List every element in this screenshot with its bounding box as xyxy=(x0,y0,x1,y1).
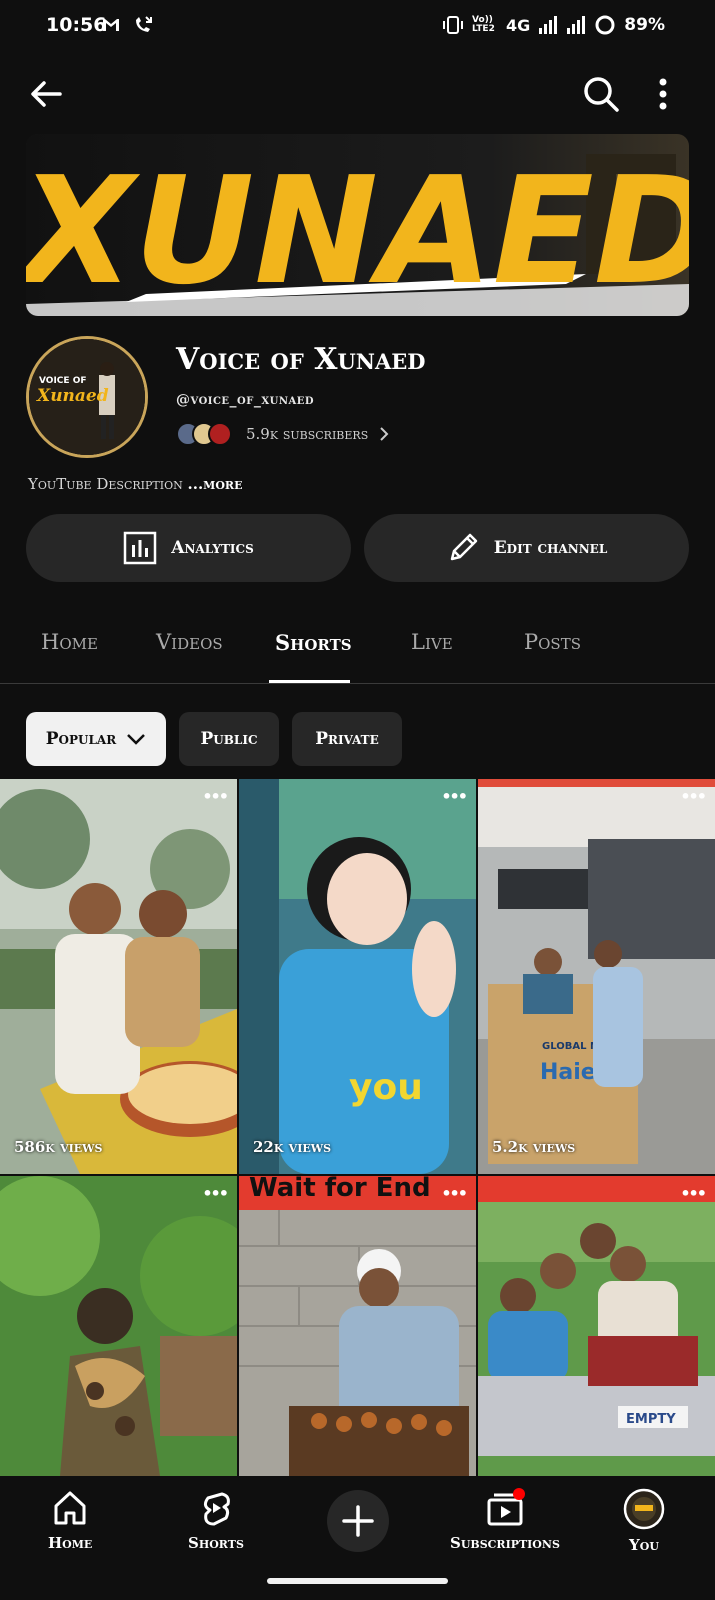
back-button[interactable] xyxy=(26,74,66,114)
signal-icon-1 xyxy=(539,16,558,34)
short-views: 22k views xyxy=(253,1138,332,1156)
channel-name: Voice of Xunaed xyxy=(176,342,426,377)
svg-text:EMPTY: EMPTY xyxy=(626,1412,676,1427)
home-icon xyxy=(54,1491,86,1525)
short-thumbnail[interactable]: EMPTY ••• xyxy=(478,1176,715,1476)
bottom-navigation: Home Shorts Subscriptions You xyxy=(0,1480,715,1600)
channel-description[interactable]: YouTube Description ...more xyxy=(28,475,242,493)
network-type: 4G xyxy=(506,15,531,35)
subscriber-count: 5.9k subscribers xyxy=(246,425,369,443)
short-more-icon[interactable]: ••• xyxy=(202,1184,229,1203)
active-tab-indicator xyxy=(269,680,350,683)
svg-text:you: you xyxy=(349,1067,423,1108)
tab-videos[interactable]: Videos xyxy=(156,630,223,654)
edit-channel-button[interactable]: Edit channel xyxy=(364,514,689,582)
short-more-icon[interactable]: ••• xyxy=(202,787,229,806)
analytics-button[interactable]: Analytics xyxy=(26,514,351,582)
thumbnail-image: GLOBAL NO.1 Haier xyxy=(478,779,715,1174)
thumbnail-image: EMPTY xyxy=(478,1176,715,1476)
chevron-down-icon xyxy=(127,734,146,745)
analytics-label: Analytics xyxy=(171,538,254,558)
nav-you-label: You xyxy=(629,1536,659,1554)
battery-level: 89% xyxy=(624,15,665,35)
avatar-image: VOICE OF Xunaed xyxy=(29,339,145,455)
nav-home-label: Home xyxy=(48,1534,93,1552)
status-time: 10:56 xyxy=(46,14,107,36)
short-thumbnail[interactable]: you ••• 22k views xyxy=(239,779,476,1174)
svg-text:VOICE OF: VOICE OF xyxy=(39,376,87,386)
status-right-icons: Vo)) LTE2 4G 89% xyxy=(442,14,665,36)
short-more-icon[interactable]: ••• xyxy=(680,1184,707,1203)
short-more-icon[interactable]: ••• xyxy=(441,787,468,806)
tab-live[interactable]: Live xyxy=(411,630,453,654)
short-more-icon[interactable]: ••• xyxy=(680,787,707,806)
subscriber-avatar xyxy=(208,422,232,446)
shorts-icon xyxy=(203,1492,230,1526)
nav-shorts-label: Shorts xyxy=(188,1534,244,1552)
profile-avatar-icon xyxy=(623,1488,665,1530)
thumbnail-image xyxy=(0,779,237,1174)
subscribers-row[interactable]: 5.9k subscribers xyxy=(176,422,390,446)
top-app-bar xyxy=(0,64,715,124)
analytics-icon xyxy=(124,531,157,565)
search-button[interactable] xyxy=(581,74,621,114)
thumbnail-image: you xyxy=(239,779,476,1174)
short-views: 5.2k views xyxy=(492,1138,576,1156)
svg-text:Wait for End: Wait for End xyxy=(249,1176,431,1203)
gmail-icon xyxy=(103,19,119,31)
nav-subscriptions-label: Subscriptions xyxy=(450,1534,560,1552)
edit-channel-label: Edit channel xyxy=(493,538,608,558)
thumbnail-image: Wait for End xyxy=(239,1176,476,1476)
tab-posts[interactable]: Posts xyxy=(524,630,581,654)
nav-shorts[interactable]: Shorts xyxy=(188,1488,244,1552)
subscriptions-icon xyxy=(487,1488,525,1526)
channel-handle: @voice_of_xunaed xyxy=(176,392,315,408)
battery-icon xyxy=(595,15,615,35)
svg-text:XUNAED: XUNAED xyxy=(26,145,689,316)
channel-banner: XUNAED xyxy=(26,134,689,316)
short-thumbnail[interactable]: ••• xyxy=(0,1176,237,1476)
volte-indicator: Vo)) LTE2 xyxy=(472,15,495,34)
more-link[interactable]: ...more xyxy=(188,475,243,493)
nav-subscriptions[interactable]: Subscriptions xyxy=(450,1488,560,1552)
short-thumbnail[interactable]: GLOBAL NO.1 Haier ••• 5.2k views xyxy=(478,779,715,1174)
nav-home[interactable]: Home xyxy=(48,1488,92,1552)
more-options-button[interactable] xyxy=(651,74,675,114)
create-button[interactable] xyxy=(327,1490,389,1552)
vibrate-icon xyxy=(443,16,464,34)
short-views: 586k views xyxy=(14,1138,103,1156)
subscriber-avatars xyxy=(176,422,232,446)
filter-popular-label: Popular xyxy=(45,729,117,749)
status-notification-icons xyxy=(100,14,154,36)
filter-popular[interactable]: Popular xyxy=(26,712,166,766)
banner-artwork: XUNAED xyxy=(26,134,689,316)
channel-avatar[interactable]: VOICE OF Xunaed xyxy=(26,336,148,458)
filter-public[interactable]: Public xyxy=(179,712,279,766)
chevron-right-icon xyxy=(380,427,389,441)
arrow-left-icon xyxy=(31,81,62,107)
description-text: YouTube Description xyxy=(28,475,183,493)
tab-shorts[interactable]: Shorts xyxy=(275,630,352,655)
tab-home[interactable]: Home xyxy=(41,630,98,654)
status-bar: 10:56 Vo)) LTE2 4G 89% xyxy=(0,0,715,56)
short-more-icon[interactable]: ••• xyxy=(441,1184,468,1203)
signal-icon-2 xyxy=(567,16,586,34)
short-thumbnail[interactable]: ••• 586k views xyxy=(0,779,237,1174)
home-indicator xyxy=(267,1578,448,1584)
filter-private[interactable]: Private xyxy=(292,712,402,766)
plus-icon xyxy=(342,1505,374,1537)
nav-you[interactable]: You xyxy=(623,1488,665,1554)
thumbnail-image xyxy=(0,1176,237,1476)
search-icon xyxy=(584,77,619,112)
more-vertical-icon xyxy=(659,78,667,110)
short-thumbnail[interactable]: Wait for End ••• xyxy=(239,1176,476,1476)
missed-call-icon xyxy=(136,16,152,32)
svg-text:Xunaed: Xunaed xyxy=(36,386,109,406)
pencil-icon xyxy=(450,533,477,561)
channel-tabs: Home Videos Shorts Live Posts xyxy=(0,612,715,684)
